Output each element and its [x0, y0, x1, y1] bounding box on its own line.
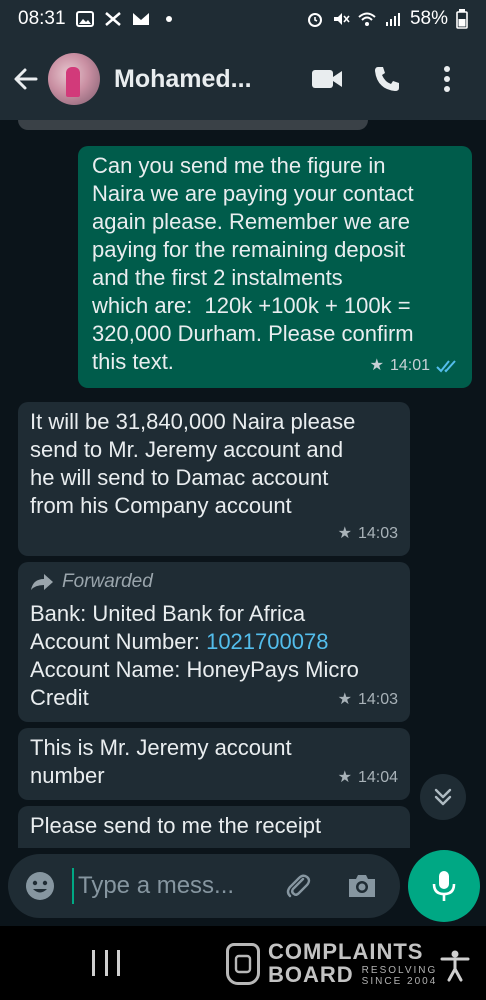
- chat-area[interactable]: Can you send me the figure in Naira we a…: [0, 120, 486, 848]
- status-time: 08:31: [18, 8, 66, 29]
- watermark-line1: COMPLAINTS: [268, 939, 424, 964]
- forward-arrow-icon: [31, 574, 53, 590]
- watermark-logo-icon: [226, 943, 260, 985]
- watermark-tag2: SINCE 2004: [361, 976, 438, 987]
- header-actions: [310, 62, 464, 96]
- message-time: 14:03: [357, 525, 398, 542]
- signal-icon: [385, 13, 400, 26]
- chat-header: Mohamed...: [0, 38, 486, 120]
- watermark-text: COMPLAINTS BOARD RESOLVING SINCE 2004: [268, 939, 438, 988]
- message-time: 14:03: [357, 691, 398, 708]
- battery-icon: [456, 9, 468, 29]
- forwarded-label: Forwarded: [30, 568, 398, 596]
- message-meta: ★ 14:03: [338, 686, 398, 714]
- message-time: 14:04: [357, 769, 398, 786]
- star-icon: ★: [337, 525, 352, 542]
- incoming-message-bubble[interactable]: Please send to me the receipt: [18, 806, 410, 848]
- star-icon: ★: [337, 691, 352, 708]
- incoming-message-bubble[interactable]: It will be 31,840,000 Naira please send …: [18, 402, 410, 556]
- watermark-line2-row: BOARD RESOLVING SINCE 2004: [268, 962, 438, 988]
- battery-percent: 58%: [409, 8, 448, 29]
- message-meta: ★ 14:03: [338, 520, 398, 548]
- notification-dot-icon: [165, 16, 172, 22]
- read-receipt-ticks-icon: [436, 360, 456, 373]
- watermark-line2: BOARD: [268, 962, 354, 987]
- recent-apps-button[interactable]: [92, 950, 120, 976]
- message-text: Please send to me the receipt: [30, 813, 322, 838]
- avatar[interactable]: [48, 53, 100, 105]
- emoji-icon[interactable]: [20, 866, 60, 906]
- video-call-icon[interactable]: [310, 62, 344, 96]
- message-input[interactable]: [72, 868, 250, 904]
- contact-name[interactable]: Mohamed...: [114, 65, 284, 94]
- account-number-line: Account Number: 1021700078: [30, 628, 398, 656]
- double-chevron-down-icon: [434, 788, 452, 806]
- forwarded-text: Forwarded: [62, 571, 153, 592]
- accessibility-icon[interactable]: [438, 948, 472, 982]
- account-number-label: Account Number:: [30, 629, 207, 654]
- missed-call-icon: [104, 12, 121, 26]
- composer-bar: [0, 848, 486, 926]
- attach-icon[interactable]: [280, 868, 316, 904]
- watermark: COMPLAINTS BOARD RESOLVING SINCE 2004: [226, 938, 472, 990]
- outgoing-message-bubble[interactable]: Can you send me the figure in Naira we a…: [78, 146, 472, 388]
- watermark-tag1: RESOLVING: [361, 965, 438, 976]
- more-options-icon[interactable]: [430, 62, 464, 96]
- forwarded-message-bubble[interactable]: Forwarded Bank: United Bank for Africa A…: [18, 562, 410, 722]
- star-icon: ★: [337, 769, 352, 786]
- watermark-tagline: RESOLVING SINCE 2004: [362, 965, 438, 987]
- message-meta: ★ 14:04: [338, 764, 398, 792]
- message-meta: ★ 14:01: [370, 352, 460, 380]
- camera-icon[interactable]: [344, 868, 380, 904]
- message-text: It will be 31,840,000 Naira please send …: [30, 409, 356, 518]
- mail-icon: [132, 13, 149, 25]
- message-text: Can you send me the figure in Naira we a…: [92, 153, 414, 374]
- gallery-icon: [75, 11, 94, 27]
- mute-icon: [333, 13, 350, 25]
- alarm-icon: [307, 13, 322, 27]
- account-number-link[interactable]: 1021700078: [206, 629, 328, 654]
- composer-field: [8, 854, 400, 918]
- incoming-message-bubble[interactable]: This is Mr. Jeremy account number ★ 14:0…: [18, 728, 410, 800]
- star-icon: ★: [369, 357, 384, 374]
- wifi-icon: [358, 12, 376, 26]
- status-left: 08:31: [18, 8, 178, 30]
- bank-line: Bank: United Bank for Africa: [30, 601, 306, 626]
- voice-message-button[interactable]: [408, 850, 480, 922]
- scroll-to-bottom-button[interactable]: [420, 774, 466, 820]
- voice-call-icon[interactable]: [370, 62, 404, 96]
- previous-media-message[interactable]: [18, 120, 368, 130]
- microphone-icon: [432, 871, 456, 901]
- message-time: 14:01: [389, 357, 430, 374]
- status-right: 58%: [306, 8, 468, 30]
- back-arrow-icon[interactable]: [8, 61, 44, 97]
- status-bar: 08:31 58%: [0, 0, 486, 38]
